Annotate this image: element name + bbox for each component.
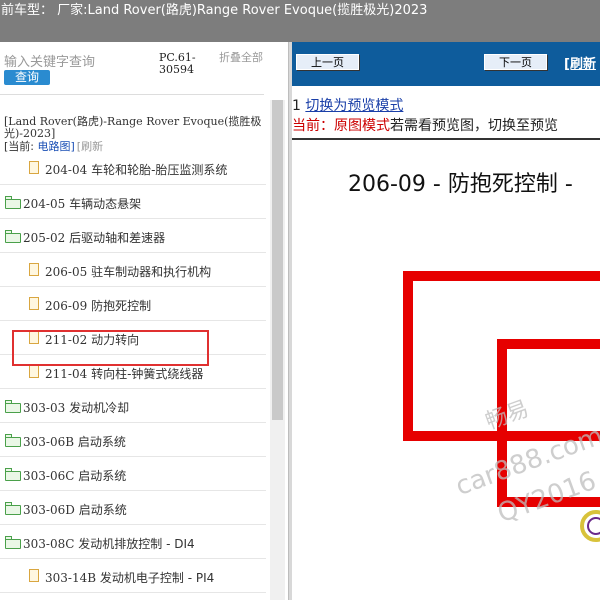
tree-item-name: 后驱动轴和差速器 <box>69 231 166 245</box>
folder-icon <box>5 502 21 515</box>
viewer-toolbar: 上一页 下一页 [刷新 <box>292 42 600 86</box>
tree-item-code: 303-14B <box>45 571 97 585</box>
tree-item-name: 转向柱-钟簧式绕线器 <box>91 367 204 381</box>
document-viewer: 上一页 下一页 [刷新 1 切换为预览模式 当前：原图模式若需看预览图，切换至预… <box>292 42 600 600</box>
tree-item-name: 发动机电子控制 - PI4 <box>99 571 215 585</box>
collapse-all-link[interactable]: 折叠全部 <box>219 52 264 64</box>
watermark-line1: 畅易 <box>482 396 532 435</box>
tree-item-name: 车轮和轮胎-胎压监测系统 <box>91 163 228 177</box>
scrollbar-thumb[interactable] <box>272 100 283 420</box>
folder-icon <box>5 434 21 447</box>
file-icon <box>27 365 43 379</box>
tree-item[interactable]: 303-03 发动机冷却 <box>0 390 266 423</box>
tree-item[interactable]: 204-04 车轮和轮胎-胎压监测系统 <box>0 152 266 185</box>
tree-item-name: 启动系统 <box>77 435 126 449</box>
tree-item[interactable]: 206-05 驻车制动器和执行机构 <box>0 254 266 287</box>
tree-item-label: 205-02 后驱动轴和差速器 <box>23 229 165 246</box>
tree-item-name: 启动系统 <box>78 503 127 517</box>
folder-icon <box>5 468 21 481</box>
document-title: 206-09 - 防抱死控制 - <box>348 172 573 197</box>
watermark-line3: QY2016 <box>494 466 600 529</box>
folder-icon <box>5 400 21 413</box>
tree-item[interactable]: 303-08C 发动机排放控制 - DI4 <box>0 526 266 559</box>
tree-item-label: 303-06C 启动系统 <box>23 467 126 484</box>
sidebar-scrollbar[interactable] <box>270 100 285 600</box>
tree-item-code: 303-06B <box>23 435 75 449</box>
tree-item[interactable]: 303-14B 发动机电子控制 - PI4 <box>0 560 266 593</box>
tree-item-label: 303-08C 发动机排放控制 - DI4 <box>23 535 195 552</box>
mode-status-line: 当前：原图模式若需看预览图，切换至预览 <box>292 115 558 135</box>
next-page-button[interactable]: 下一页 <box>484 54 547 70</box>
tree-item-name: 发动机冷却 <box>69 401 130 415</box>
tree-item[interactable]: 303-06D 启动系统 <box>0 492 266 525</box>
divider <box>0 94 264 95</box>
folder-icon <box>5 230 21 243</box>
pc-code: PC.61-30594 <box>159 51 196 76</box>
tree-item[interactable]: 303-06B 启动系统 <box>0 424 266 457</box>
watermark-line2: car888.com <box>452 421 600 502</box>
file-icon <box>27 297 43 311</box>
tree-item-label: 303-06D 启动系统 <box>23 501 127 518</box>
tree-item[interactable]: 204-05 车辆动态悬架 <box>0 186 266 219</box>
search-input[interactable] <box>4 54 154 70</box>
tree-item-code: 206-09 <box>45 299 88 313</box>
sidebar: 查询 PC.61-30594 折叠全部 [Land Rover(路虎)-Rang… <box>0 42 288 600</box>
tree-item[interactable]: 206-09 防抱死控制 <box>0 288 266 321</box>
diagram-frame-inner <box>497 339 600 507</box>
tree-item-code: 303-03 <box>23 401 66 415</box>
switch-preview-link[interactable]: 切换为预览模式 <box>305 98 403 114</box>
tree-item-code: 303-06C <box>23 469 75 483</box>
tree-item-code: 211-04 <box>45 367 88 381</box>
vehicle-title: [Land Rover(路虎)-Range Rover Evoque(揽胜极光)… <box>4 115 262 140</box>
mode-current-value: 原图模式 <box>334 118 390 134</box>
tree-item-label: 204-05 车辆动态悬架 <box>23 195 141 212</box>
tree-item-label: 303-03 发动机冷却 <box>23 399 129 416</box>
tree-item-code: 204-04 <box>45 163 88 177</box>
tree-item-label: 206-05 驻车制动器和执行机构 <box>45 263 211 280</box>
mode-switch-line: 1 切换为预览模式 <box>292 95 403 115</box>
tree-item-label: 206-09 防抱死控制 <box>45 297 151 314</box>
viewer-refresh-link[interactable]: [刷新 <box>564 53 596 72</box>
tree-item-label: 303-14B 发动机电子控制 - PI4 <box>45 569 214 586</box>
connector-symbol-inner <box>587 517 600 535</box>
tree-item-code: 206-05 <box>45 265 88 279</box>
tree-item-code: 204-05 <box>23 197 66 211</box>
tree-item-name: 发动机排放控制 - DI4 <box>78 537 195 551</box>
tree-item-label: 204-04 车轮和轮胎-胎压监测系统 <box>45 161 227 178</box>
folder-icon <box>5 536 21 549</box>
tree-item-name: 驻车制动器和执行机构 <box>91 265 212 279</box>
tree-item[interactable]: 205-02 后驱动轴和差速器 <box>0 220 266 253</box>
file-icon <box>27 161 43 175</box>
query-button[interactable]: 查询 <box>4 70 50 85</box>
tree-item-code: 303-06D <box>23 503 75 517</box>
tree-item-code: 303-08C <box>23 537 75 551</box>
tree-item-name: 防抱死控制 <box>91 299 152 313</box>
tree-item-name: 启动系统 <box>78 469 127 483</box>
file-icon <box>27 569 43 583</box>
tree-item[interactable]: 303-06C 启动系统 <box>0 458 266 491</box>
tree-item-label: 211-04 转向柱-钟簧式绕线器 <box>45 365 203 382</box>
mode-current-prefix: 当前： <box>292 118 334 134</box>
tree-item-label: 303-06B 启动系统 <box>23 433 126 450</box>
tree-item-code: 205-02 <box>23 231 66 245</box>
mode-hint: 若需看预览图，切换至预览 <box>390 118 558 134</box>
selected-item-highlight <box>12 330 209 366</box>
file-icon <box>27 263 43 277</box>
prev-page-button[interactable]: 上一页 <box>296 54 359 70</box>
window-title-bar: 前车型： 厂家:Land Rover(路虎)Range Rover Evoque… <box>0 0 600 42</box>
diagram-frame-outer <box>403 271 600 441</box>
content-frame-border <box>292 138 600 140</box>
window-title: 前车型： 厂家:Land Rover(路虎)Range Rover Evoque… <box>1 3 428 18</box>
tree-item-name: 车辆动态悬架 <box>69 197 142 211</box>
mode-index: 1 <box>292 98 301 114</box>
connector-symbol <box>580 510 600 542</box>
folder-icon <box>5 196 21 209</box>
